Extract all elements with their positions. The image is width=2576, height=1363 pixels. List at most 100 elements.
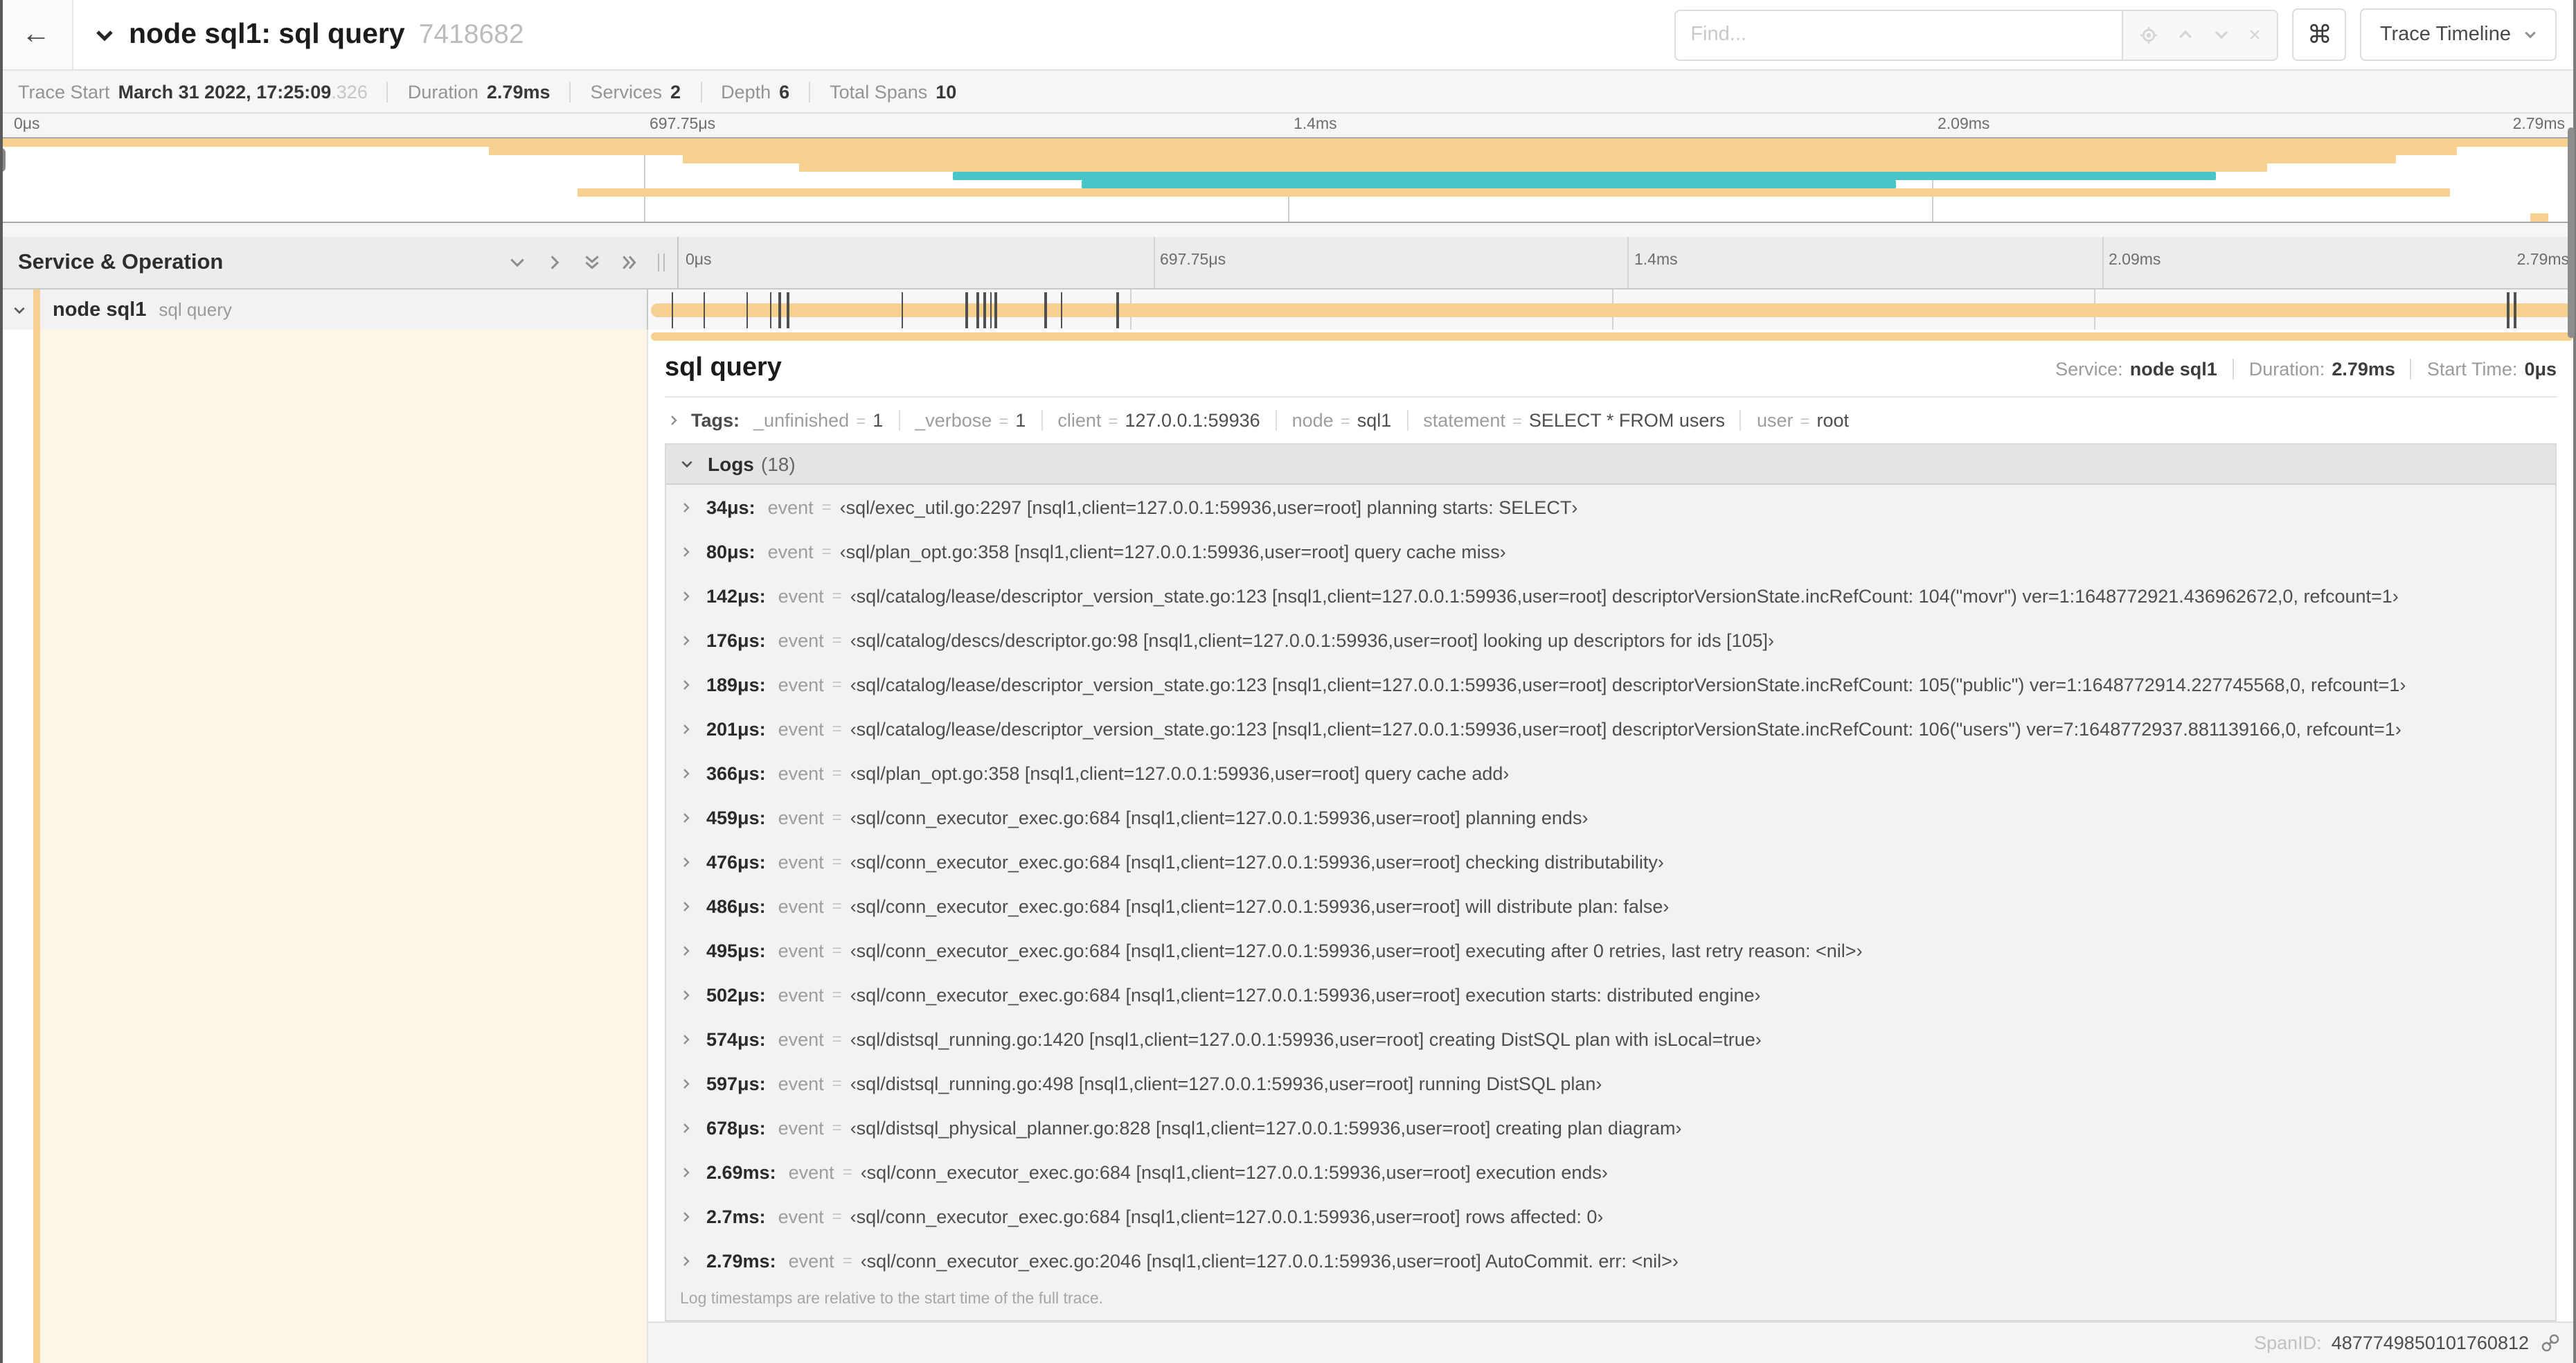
equals-sign: = (1512, 411, 1522, 430)
find-input[interactable] (1674, 9, 2122, 60)
axis-tick-label: 1.4ms (1294, 116, 1337, 133)
log-entry-row[interactable]: 2.7ms: event = ‹sql/conn_executor_exec.g… (666, 1194, 2555, 1238)
log-timestamp: 176μs: (706, 630, 766, 650)
span-row-name-cell[interactable]: node sql1 sql query (0, 289, 648, 330)
equals-sign: = (832, 630, 842, 650)
axis-tick-label: 2.09ms (2109, 252, 2161, 269)
log-value: ‹sql/plan_opt.go:358 [nsql1,client=127.0… (839, 541, 1506, 562)
deep-link-icon[interactable] (2541, 1334, 2559, 1352)
log-expand-icon[interactable] (680, 1077, 692, 1089)
axis-tick-label: 0μs (14, 116, 40, 133)
log-expand-icon[interactable] (680, 501, 692, 513)
next-match-icon[interactable] (2212, 26, 2229, 43)
timeline-ruler: 0μs 697.75μs 1.4ms 2.09ms 2.79ms (679, 237, 2576, 288)
overview-item: Start Time: 0μs (2410, 359, 2557, 380)
overview-label: Start Time: (2426, 359, 2518, 380)
log-timestamp: 366μs: (706, 763, 766, 783)
log-expand-icon[interactable] (680, 900, 692, 912)
span-detail-header: sql query Service: node sql1 Duration: 2… (665, 353, 2557, 398)
log-entry-row[interactable]: 2.69ms: event = ‹sql/conn_executor_exec.… (666, 1150, 2555, 1194)
tag-value: 1 (1015, 410, 1026, 431)
log-entry-row[interactable]: 495μs: event = ‹sql/conn_executor_exec.g… (666, 928, 2555, 972)
find-controls: × (2121, 9, 2279, 60)
overview-item: Duration: 2.79ms (2232, 359, 2395, 380)
log-key: event (778, 630, 824, 650)
log-key: event (778, 1117, 824, 1138)
log-key: event (778, 674, 824, 695)
tag-value: root (1816, 410, 1850, 431)
log-entry-row[interactable]: 574μs: event = ‹sql/distsql_running.go:1… (666, 1017, 2555, 1061)
log-key: event (778, 807, 824, 828)
span-id-row: SpanID: 4877749850101760812 (648, 1321, 2576, 1363)
log-entry-row[interactable]: 502μs: event = ‹sql/conn_executor_exec.g… (666, 972, 2555, 1017)
log-expand-icon[interactable] (680, 988, 692, 1001)
log-expand-icon[interactable] (680, 545, 692, 558)
collapse-one-icon[interactable] (508, 253, 526, 271)
log-entry-row[interactable]: 597μs: event = ‹sql/distsql_running.go:4… (666, 1061, 2555, 1105)
span-service-name: node sql1 (53, 299, 147, 321)
log-value: ‹sql/catalog/lease/descriptor_version_st… (850, 674, 2406, 695)
expand-all-icon[interactable] (620, 253, 638, 271)
log-value: ‹sql/distsql_running.go:1420 [nsql1,clie… (850, 1028, 1762, 1049)
log-entry-row[interactable]: 366μs: event = ‹sql/plan_opt.go:358 [nsq… (666, 751, 2555, 795)
stat-value: 2 (670, 81, 681, 102)
clear-find-icon[interactable]: × (2248, 23, 2261, 46)
tag-value: SELECT * FROM users (1528, 410, 1725, 431)
log-expand-icon[interactable] (680, 1033, 692, 1045)
chevron-down-icon[interactable] (12, 303, 26, 317)
tags-toggle[interactable]: Tags: _unfinished = 1 _verbose = 1 clien… (665, 398, 2557, 443)
prev-match-icon[interactable] (2176, 26, 2193, 43)
log-expand-icon[interactable] (680, 722, 692, 735)
log-expand-icon[interactable] (680, 1121, 692, 1134)
stat-value: 2.79ms (486, 81, 551, 102)
span-overview: Service: node sql1 Duration: 2.79ms Star… (2055, 359, 2557, 380)
log-expand-icon[interactable] (680, 589, 692, 602)
log-entry-row[interactable]: 34μs: event = ‹sql/exec_util.go:2297 [ns… (666, 485, 2555, 529)
log-expand-icon[interactable] (680, 1166, 692, 1178)
stat-label: Trace Start (18, 81, 110, 102)
log-value: ‹sql/plan_opt.go:358 [nsql1,client=127.0… (850, 763, 1510, 783)
span-operation-name: sql query (159, 299, 232, 320)
log-expand-icon[interactable] (680, 944, 692, 956)
column-resize-grip[interactable] (658, 253, 665, 271)
minimap-axis: 0μs 697.75μs 1.4ms 2.09ms 2.79ms (0, 114, 2576, 137)
scrollbar-thumb[interactable] (2568, 127, 2575, 338)
log-expand-icon[interactable] (680, 1254, 692, 1267)
log-timestamp: 142μs: (706, 585, 766, 606)
log-key: event (778, 718, 824, 739)
detail-span-bar[interactable] (651, 332, 2573, 341)
log-entry-row[interactable]: 201μs: event = ‹sql/catalog/lease/descri… (666, 706, 2555, 751)
logs-toggle[interactable]: Logs (18) (666, 445, 2555, 485)
gridline (1627, 237, 1629, 288)
command-icon: ⌘ (2307, 20, 2332, 48)
log-entry-row[interactable]: 80μs: event = ‹sql/plan_opt.go:358 [nsql… (666, 529, 2555, 573)
collapse-all-icon[interactable] (583, 253, 601, 271)
back-button[interactable]: ← (0, 0, 73, 69)
log-entry-row[interactable]: 2.79ms: event = ‹sql/conn_executor_exec.… (666, 1238, 2555, 1283)
chevron-down-icon[interactable] (94, 24, 115, 45)
view-selector-button[interactable]: Trace Timeline (2360, 8, 2557, 61)
focus-match-icon[interactable] (2139, 26, 2157, 44)
expand-one-icon[interactable] (546, 253, 564, 271)
stat-label: Services (590, 81, 663, 102)
log-key: event (778, 1073, 824, 1094)
log-value: ‹sql/conn_executor_exec.go:684 [nsql1,cl… (850, 984, 1761, 1005)
log-entry-row[interactable]: 189μs: event = ‹sql/catalog/lease/descri… (666, 662, 2555, 706)
keyboard-shortcuts-button[interactable]: ⌘ (2292, 8, 2347, 61)
log-entry-row[interactable]: 176μs: event = ‹sql/catalog/descs/descri… (666, 618, 2555, 662)
log-entry-row[interactable]: 678μs: event = ‹sql/distsql_physical_pla… (666, 1105, 2555, 1150)
log-entry-row[interactable]: 459μs: event = ‹sql/conn_executor_exec.g… (666, 795, 2555, 839)
tag-key: _verbose (915, 410, 992, 431)
equals-sign: = (1340, 411, 1350, 430)
log-entry-row[interactable]: 486μs: event = ‹sql/conn_executor_exec.g… (666, 884, 2555, 928)
log-expand-icon[interactable] (680, 811, 692, 823)
log-entry-row[interactable]: 142μs: event = ‹sql/catalog/lease/descri… (666, 573, 2555, 618)
equals-sign: = (1108, 411, 1118, 430)
log-expand-icon[interactable] (680, 767, 692, 779)
log-expand-icon[interactable] (680, 634, 692, 646)
log-expand-icon[interactable] (680, 855, 692, 868)
log-entry-row[interactable]: 476μs: event = ‹sql/conn_executor_exec.g… (666, 839, 2555, 884)
log-expand-icon[interactable] (680, 678, 692, 691)
log-expand-icon[interactable] (680, 1210, 692, 1222)
minimap-canvas[interactable] (0, 137, 2576, 223)
